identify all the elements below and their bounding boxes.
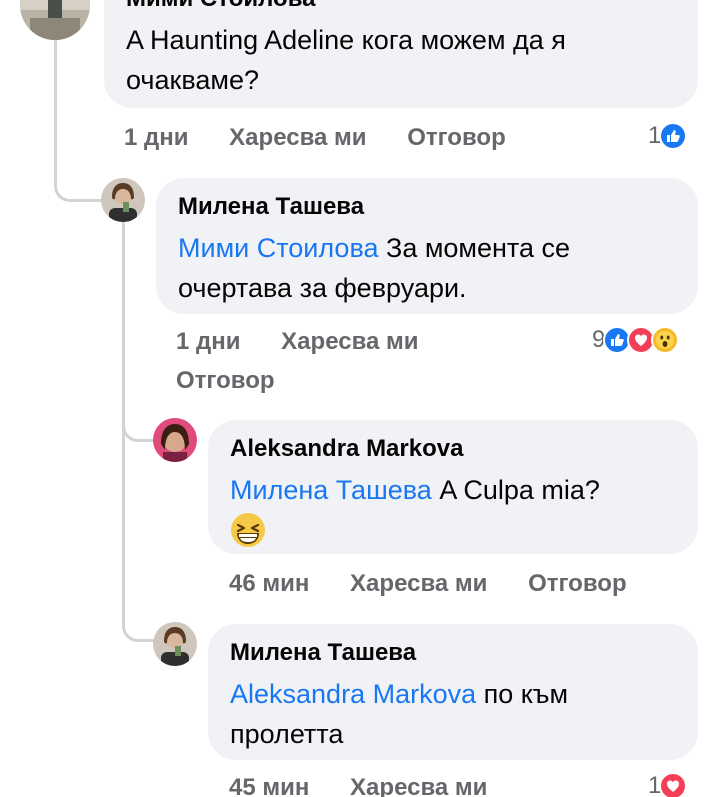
comment-time[interactable]: 1 дни [124,122,189,154]
comment-actions: Отговор [176,365,275,397]
comment-author[interactable]: Aleksandra Markova [230,434,676,464]
mention-link[interactable]: Милена Ташева [230,475,432,505]
comment-author[interactable]: Милена Ташева [178,192,676,222]
avatar[interactable] [101,178,145,222]
reply-button[interactable]: Отговор [528,568,627,600]
avatar[interactable] [20,0,90,40]
like-button[interactable]: Харесва ми [229,122,366,154]
comment-text: Милена Ташева A Culpa mia? [230,475,600,505]
comment-author[interactable]: Милена Ташева [230,638,676,668]
thread-connector [54,150,104,202]
avatar[interactable] [153,418,197,462]
thread-line [122,440,125,610]
comment-actions: 1 дни Харесва ми Отговор [124,122,506,154]
love-icon [659,772,688,797]
comment-bubble: Милена Ташева Aleksandra Markova по към … [208,624,698,760]
comment-text: Aleksandra Markova по към пролетта [230,679,569,749]
wow-icon [651,326,680,354]
comment-time[interactable]: 46 мин [229,568,309,600]
reaction-summary[interactable]: 9 [592,324,680,356]
comment-time[interactable]: 1 дни [176,326,241,358]
comment-time[interactable]: 45 мин [229,772,309,797]
thread-connector [122,400,154,442]
thread-line [54,40,57,160]
reply-button[interactable]: Отговор [407,122,506,154]
reaction-summary[interactable]: 1 [648,120,688,152]
comment-bubble: Милена Ташева Мими Стоилова За момента с… [156,178,698,314]
like-button[interactable]: Харесва ми [350,772,487,797]
comment-actions: 46 мин Харесва ми Отговор [229,568,627,600]
comment-bubble: Мими Стоилова A Haunting Adeline кога мо… [104,0,698,108]
grinning-squinting-face-emoji [230,512,676,548]
reaction-summary[interactable]: 1 [648,770,688,797]
comment-text: A Haunting Adeline кога можем да я очакв… [126,25,566,95]
like-icon [659,122,688,150]
like-button[interactable]: Харесва ми [281,326,418,358]
like-button[interactable]: Харесва ми [350,568,487,600]
comment-actions: 45 мин Харесва ми [229,772,487,797]
mention-link[interactable]: Aleksandra Markova [230,679,476,709]
thread-connector [122,600,154,642]
mention-link[interactable]: Мими Стоилова [178,233,379,263]
reply-button[interactable]: Отговор [176,365,275,397]
comment-bubble: Aleksandra Markova Милена Ташева A Culpa… [208,420,698,554]
comment-author[interactable]: Мими Стоилова [126,0,676,14]
comment-actions: 1 дни Харесва ми [176,326,419,358]
comment-text: Мими Стоилова За момента се очертава за … [178,233,571,303]
avatar[interactable] [153,622,197,666]
